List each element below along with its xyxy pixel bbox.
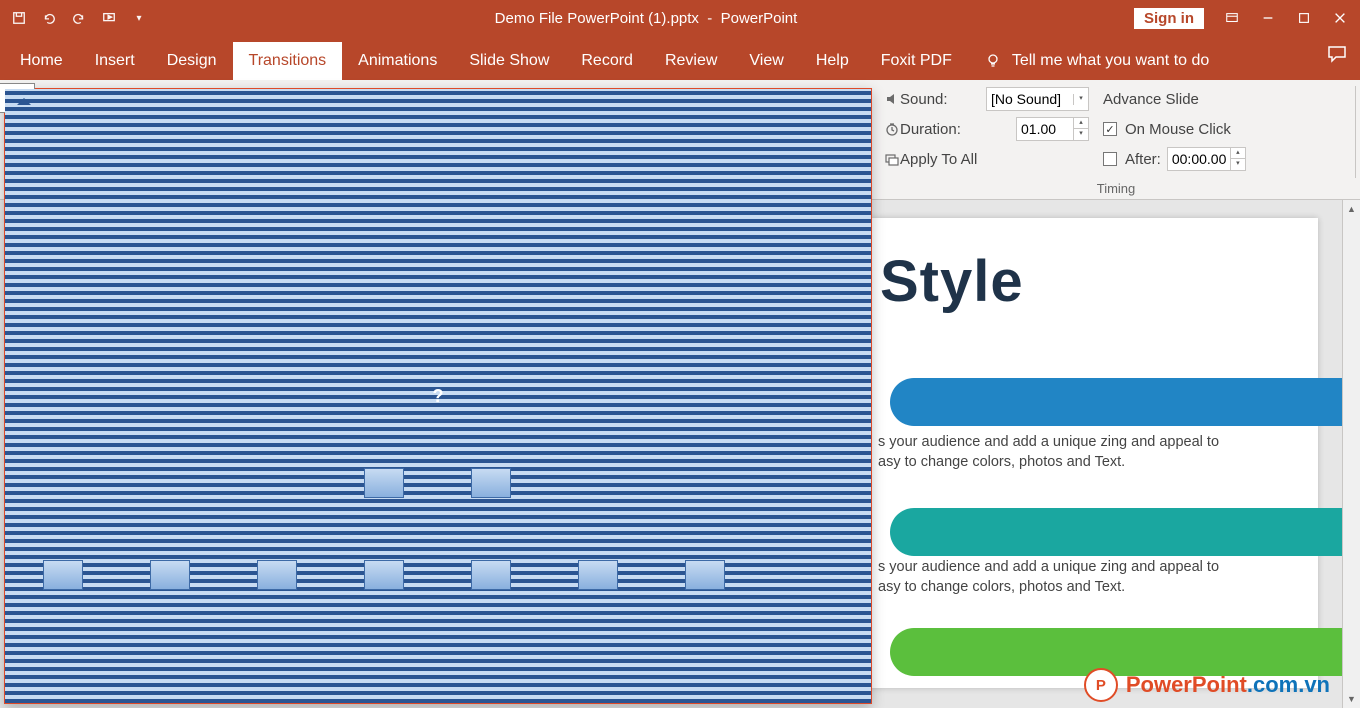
sound-label: Sound: [900,91,948,108]
watermark: P PowerPoint.com.vn [1084,668,1330,702]
tell-me-search[interactable]: Tell me what you want to do [968,42,1225,80]
comments-icon[interactable] [1326,44,1348,67]
scroll-down-icon[interactable]: ▼ [1343,690,1360,708]
scroll-up-icon[interactable]: ▲ [1343,200,1360,218]
qat-customize-icon[interactable]: ▾ [130,9,148,27]
slide-shape-1 [890,378,1360,426]
slide-shape-2 [890,508,1360,556]
tab-help[interactable]: Help [800,42,865,80]
transition-gallery: SubtleNoneFadePushWipeSplitRevealCutRand… [4,88,872,704]
slide-title: Style [880,248,1024,315]
slideshow-icon[interactable] [100,9,118,27]
ribbon-display-icon[interactable] [1224,10,1240,26]
transition-window-icon [471,560,511,590]
transition-ferris-wheel-icon [150,560,190,590]
timing-group-caption: Timing [876,181,1356,196]
minimize-icon[interactable] [1260,10,1276,26]
transition-random-icon [471,468,511,498]
transition-pan-icon [43,560,83,590]
timing-group: Sound: ▾ Duration: ▴▾ [876,80,1356,198]
transition-random[interactable]: Random [437,460,544,523]
duration-icon [884,121,900,137]
tab-view[interactable]: View [733,42,799,80]
slide-body-1: s your audience and add a unique zing an… [878,433,1219,472]
tab-insert[interactable]: Insert [79,42,151,80]
tab-home[interactable]: Home [4,42,79,80]
tab-record[interactable]: Record [565,42,649,80]
autosave-icon[interactable] [10,9,28,27]
window-title: Demo File PowerPoint (1).pptx - PowerPoi… [158,10,1134,27]
lightbulb-icon [984,52,1002,70]
apply-to-all-button[interactable]: Apply To All [900,151,977,168]
transition-rotate-icon [364,560,404,590]
tab-review[interactable]: Review [649,42,733,80]
vertical-scrollbar[interactable]: ▲ ▼ [1342,200,1360,708]
duration-label: Duration: [900,121,961,138]
tab-design[interactable]: Design [151,42,233,80]
tab-foxit-pdf[interactable]: Foxit PDF [865,42,968,80]
transition-fly-through-icon [685,560,725,590]
tab-transitions[interactable]: Transitions [233,42,343,80]
transition-orbit-icon [578,560,618,590]
redo-icon[interactable] [70,9,88,27]
sign-in-button[interactable]: Sign in [1134,8,1204,29]
undo-icon[interactable] [40,9,58,27]
close-icon[interactable] [1332,10,1348,26]
tab-animations[interactable]: Animations [342,42,453,80]
slide-body-2: s your audience and add a unique zing an… [878,558,1219,597]
sound-combo[interactable]: ▾ [986,87,1089,111]
transition-conveyor-icon [257,560,297,590]
watermark-logo-icon: P [1084,668,1118,702]
duration-spinner[interactable]: ▴▾ [1016,117,1089,141]
apply-all-icon [884,151,900,167]
sound-icon [884,91,900,107]
maximize-icon[interactable] [1296,10,1312,26]
tab-slide-show[interactable]: Slide Show [453,42,565,80]
